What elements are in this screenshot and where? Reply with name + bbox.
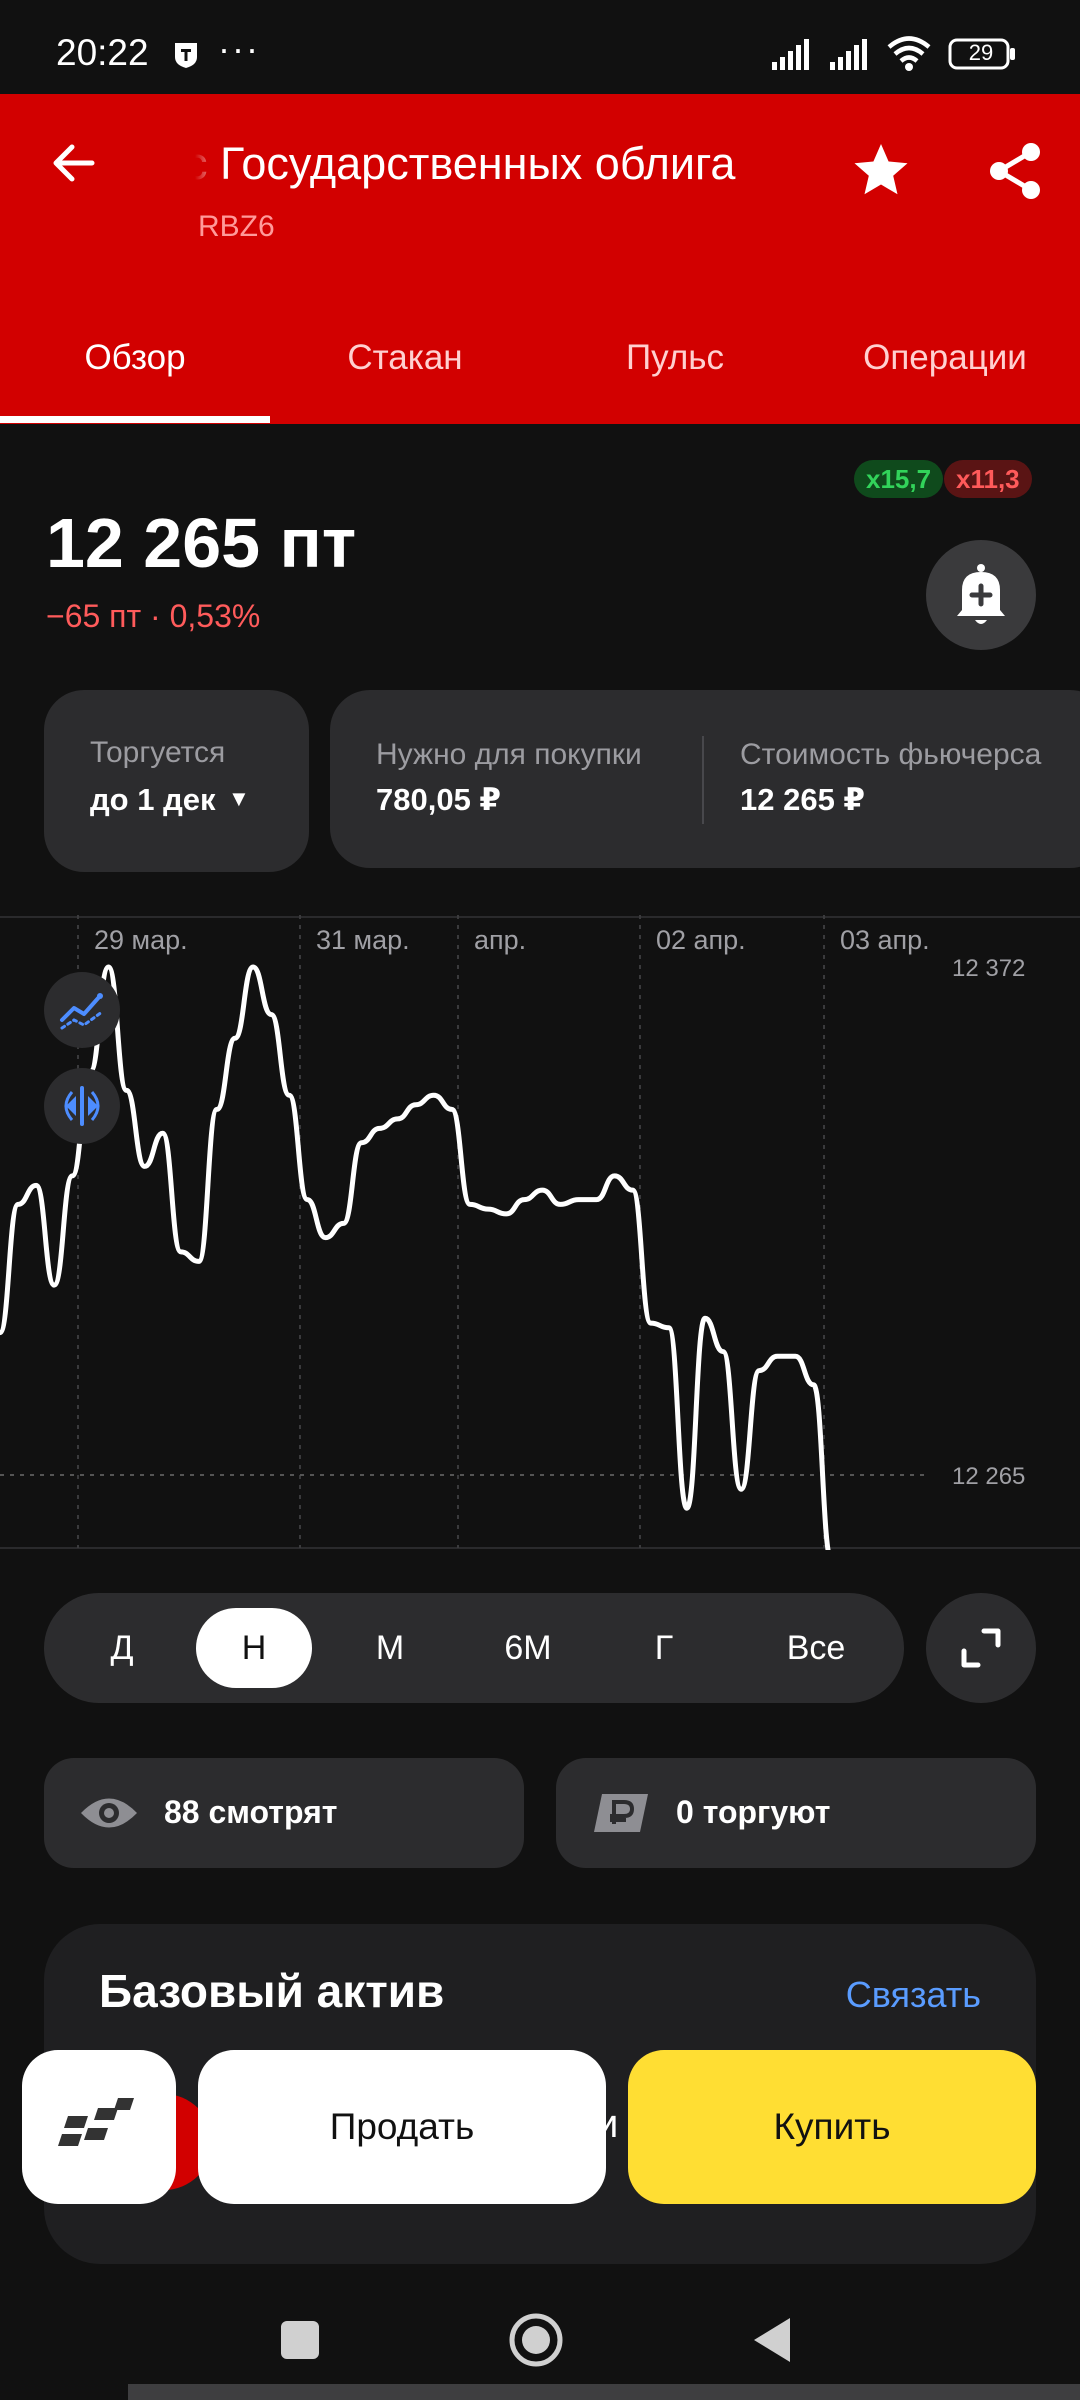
more-dots-icon: ··· [218, 28, 260, 69]
y-tick-label: 12 265 [952, 1463, 1025, 1490]
tab-pulse[interactable]: Пульс [540, 334, 810, 424]
watchers-pill[interactable]: 88 смотрят [44, 1758, 524, 1868]
x-tick-label: 31 мар. [316, 925, 410, 955]
signal-icon [830, 39, 867, 70]
watchers-count: 88 смотрят [164, 1794, 338, 1830]
ruble-card-icon [594, 1794, 648, 1832]
price-chart[interactable]: 29 мар. 31 мар. апр. 02 апр. 03 апр. 12 372 1… [0, 915, 1080, 1734]
wifi-icon [887, 36, 931, 71]
bell-plus-icon [957, 564, 1005, 624]
fullscreen-chart-button[interactable] [926, 1593, 1036, 1703]
price-chart-svg: 29 мар. 31 мар. апр. 02 апр. 03 апр. 12 3721… [0, 915, 1080, 1734]
period-year[interactable]: Г [606, 1608, 722, 1688]
tinkoff-menu-button[interactable] [22, 2050, 176, 2204]
period-week[interactable]: Н [196, 1608, 312, 1688]
trading-value: до 1 дек [90, 782, 216, 817]
signal-icon [772, 39, 809, 70]
period-day[interactable]: Д [64, 1608, 180, 1688]
cost-info-card: Нужно для покупки 780,05 ₽ Стоимость фью… [330, 690, 1080, 868]
favorite-star-icon[interactable] [848, 138, 914, 204]
instrument-header: с Государственных облига RBZ6 Обзор Стак… [0, 94, 1080, 424]
instrument-tabs: Обзор Стакан Пульс Операции [0, 334, 1080, 424]
traders-count: 0 торгуют [676, 1794, 831, 1830]
chart-indicator-icon [60, 993, 104, 1030]
x-tick-label: 02 апр. [656, 925, 746, 955]
active-tab-indicator [0, 416, 270, 423]
app-logo-icon [58, 2098, 134, 2146]
period-month[interactable]: М [332, 1608, 448, 1688]
period-selector: Д Н М 6М Г Все [44, 1593, 904, 1703]
trading-label: Торгуется [90, 736, 226, 769]
tab-order-book[interactable]: Стакан [270, 334, 540, 424]
status-time: 20:22 [56, 32, 149, 73]
home-icon[interactable] [504, 2308, 568, 2372]
future-cost-label: Стоимость фьючерса [740, 738, 1042, 771]
price-series-line [0, 964, 943, 1734]
expand-icon [961, 1628, 1001, 1668]
price-change: −65 пт · 0,53% [46, 598, 261, 634]
compare-button[interactable] [44, 1068, 120, 1144]
buy-button[interactable]: Купить [628, 2050, 1036, 2204]
compare-arrows-icon [64, 1086, 100, 1126]
tab-operations[interactable]: Операции [810, 334, 1080, 424]
share-icon[interactable] [982, 138, 1048, 204]
instrument-ticker: RBZ6 [198, 210, 275, 243]
trading-period-card[interactable]: Торгуется до 1 дек ▼ [44, 690, 309, 872]
leverage-long-badge: x15,7 [854, 460, 944, 498]
instrument-title: с Государственных облига [195, 138, 736, 189]
x-tick-label: 03 апр. [840, 925, 930, 955]
future-cost-value: 12 265 ₽ [740, 782, 865, 817]
indicators-button[interactable] [44, 972, 120, 1048]
eye-icon [81, 1798, 137, 1828]
gesture-bar [128, 2384, 1080, 2400]
instrument-title-container: с Государственных облига [195, 138, 820, 198]
tinkoff-notification-icon [175, 43, 197, 68]
card-divider [702, 736, 704, 824]
chart-x-axis-labels: 29 мар. 31 мар. апр. 02 апр. 03 апр. [94, 925, 930, 955]
system-navigation-bar [0, 2280, 1080, 2400]
sell-button[interactable]: Продать [198, 2050, 606, 2204]
battery-level: 29 [968, 40, 994, 65]
chart-vertical-grid [77, 915, 825, 1548]
required-label: Нужно для покупки [376, 738, 642, 771]
dropdown-triangle-icon: ▼ [228, 786, 250, 811]
x-tick-label: 29 мар. [94, 925, 188, 955]
back-arrow-icon[interactable] [40, 128, 110, 198]
traders-pill[interactable]: 0 торгуют [556, 1758, 1036, 1868]
current-price: 12 265 пт [46, 504, 357, 582]
tab-overview[interactable]: Обзор [0, 334, 270, 424]
recent-apps-icon[interactable] [268, 2308, 332, 2372]
leverage-short-badge: x11,3 [944, 460, 1032, 498]
required-value: 780,05 ₽ [376, 782, 501, 817]
base-asset-title: Базовый актив [99, 1965, 445, 2017]
back-triangle-icon[interactable] [740, 2308, 804, 2372]
y-tick-label: 12 372 [952, 955, 1025, 982]
period-all[interactable]: Все [758, 1608, 874, 1688]
x-tick-label: апр. [474, 925, 526, 955]
link-asset-button[interactable]: Связать [846, 1974, 981, 2016]
period-six-months[interactable]: 6М [470, 1608, 586, 1688]
chart-y-axis-labels: 12 372 12 265 [952, 955, 1025, 1490]
add-price-alert-button[interactable] [926, 540, 1036, 650]
status-bar: 20:22 ··· 29 [0, 0, 1080, 94]
